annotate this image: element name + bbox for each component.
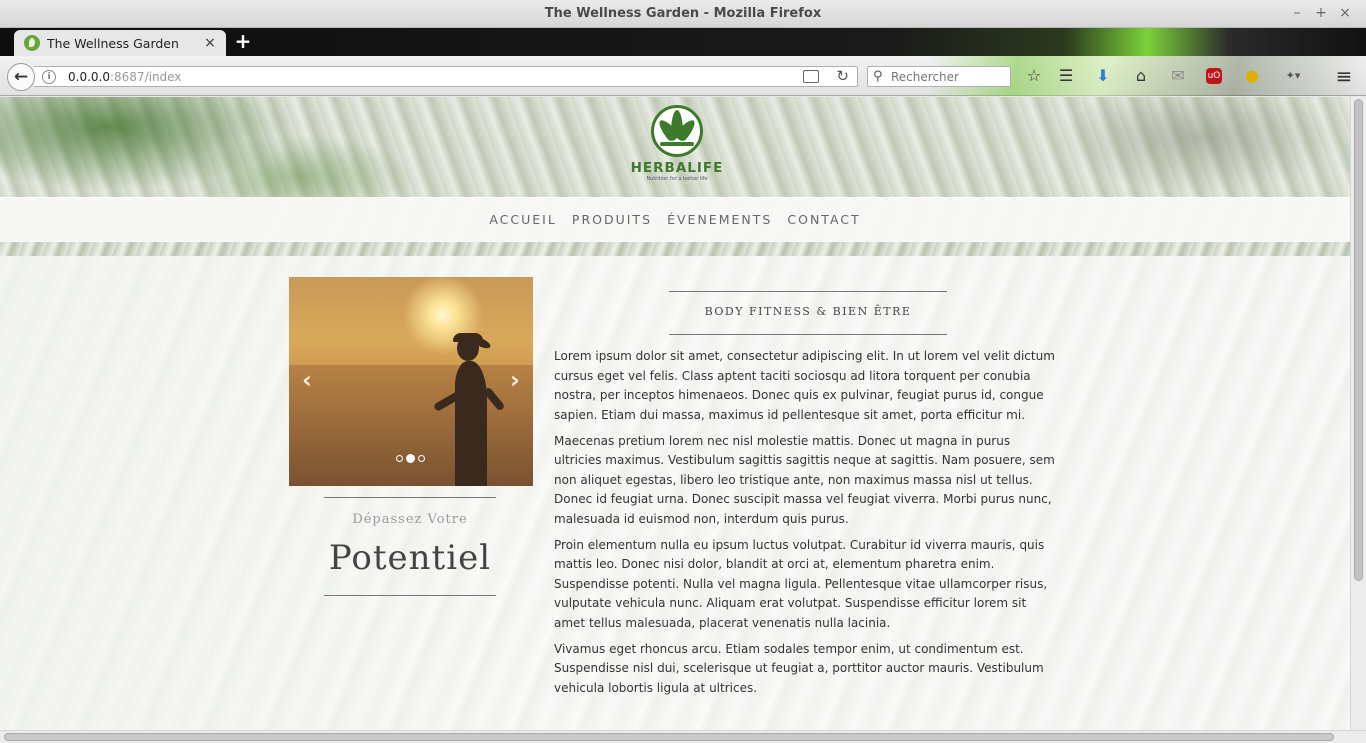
herbalife-logo[interactable]: HERBALIFE Nutrition for a better life	[625, 105, 729, 191]
tagline-small: Dépassez Votre	[352, 512, 468, 527]
carousel-dot-3[interactable]	[418, 455, 425, 462]
brand-tagline: Nutrition for a better life	[646, 176, 708, 182]
leaf-logo-icon	[651, 105, 703, 157]
pocket-icon[interactable]: ✉	[1167, 65, 1189, 87]
minimize-button[interactable]: –	[1286, 0, 1308, 26]
site-header: HERBALIFE Nutrition for a better life	[0, 97, 1350, 197]
web-page: HERBALIFE Nutrition for a better life AC…	[0, 97, 1350, 730]
paragraph: Lorem ipsum dolor sit amet, consectetur …	[554, 349, 1055, 422]
home-icon[interactable]: ⌂	[1130, 65, 1152, 87]
divider-bottom-left	[324, 595, 496, 596]
article-text: Lorem ipsum dolor sit amet, consectetur …	[554, 347, 1059, 705]
url-port-path: :8687/index	[109, 70, 182, 84]
reading-list-icon[interactable]: ☰	[1055, 65, 1077, 87]
tab-label: The Wellness Garden	[47, 35, 179, 51]
menu-accueil[interactable]: ACCUEIL	[489, 198, 557, 242]
ublock-icon[interactable]: uO	[1206, 68, 1222, 84]
dropdown-icon[interactable]: ✦▾	[1282, 65, 1304, 87]
menu-produits[interactable]: PRODUITS	[572, 198, 652, 242]
vertical-scroll-thumb[interactable]	[1354, 99, 1363, 581]
vertical-scrollbar[interactable]	[1350, 97, 1366, 730]
new-tab-button[interactable]: +	[232, 30, 254, 52]
tab-strip: The Wellness Garden ×	[0, 28, 1366, 56]
brand-name: HERBALIFE	[630, 160, 724, 176]
image-carousel[interactable]: ‹ ›	[289, 277, 533, 486]
main-menu: ACCUEIL PRODUITS ÉVENEMENTS CONTACT	[0, 197, 1350, 242]
runner-silhouette-image	[429, 331, 519, 486]
window-titlebar: The Wellness Garden - Mozilla Firefox – …	[0, 0, 1366, 28]
url-text[interactable]: 0.0.0.0:8687/index	[68, 69, 181, 85]
window-title: The Wellness Garden - Mozilla Firefox	[544, 6, 822, 21]
close-tab-icon[interactable]: ×	[202, 35, 218, 51]
reload-icon[interactable]: ↻	[836, 67, 849, 86]
horizontal-scroll-thumb[interactable]	[4, 733, 1334, 741]
divider-top-right	[669, 291, 947, 292]
bookmark-star-icon[interactable]: ☆	[1023, 65, 1045, 87]
search-placeholder: Rechercher	[891, 70, 959, 84]
carousel-next-icon[interactable]: ›	[505, 365, 525, 395]
menu-contact[interactable]: CONTACT	[787, 198, 860, 242]
carousel-dot-2[interactable]	[406, 454, 415, 463]
hamburger-menu-icon[interactable]: ≡	[1333, 65, 1355, 87]
paragraph: Proin elementum nulla eu ipsum luctus vo…	[554, 537, 1048, 630]
divider-bottom-right	[669, 334, 947, 335]
menu-evenements[interactable]: ÉVENEMENTS	[667, 198, 772, 242]
reader-view-icon[interactable]	[803, 70, 819, 83]
header-divider-strip	[0, 242, 1350, 256]
maximize-button[interactable]: +	[1310, 0, 1332, 26]
tab-the-wellness-garden[interactable]: The Wellness Garden ×	[14, 30, 226, 56]
paragraph: Vivamus eget rhoncus arcu. Etiam sodales…	[554, 641, 1044, 695]
search-bar[interactable]: ⚲ Rechercher	[867, 66, 1011, 87]
carousel-prev-icon[interactable]: ‹	[297, 365, 317, 395]
tagline-big: Potentiel	[328, 538, 492, 578]
paragraph: Maecenas pretium lorem nec nisl molestie…	[554, 433, 1055, 526]
herbalife-favicon-icon	[24, 35, 40, 51]
download-icon[interactable]: ⬇	[1092, 65, 1114, 87]
carousel-dot-1[interactable]	[396, 455, 403, 462]
divider-top-left	[324, 497, 496, 498]
close-window-button[interactable]: ×	[1334, 0, 1356, 26]
horizontal-scrollbar[interactable]	[0, 730, 1366, 743]
url-host: 0.0.0.0	[68, 70, 110, 84]
carousel-indicators	[396, 454, 425, 463]
extension-icon[interactable]: ●	[1241, 65, 1263, 87]
navigation-toolbar: i 0.0.0.0:8687/index ↻ ← ⚲ Rechercher ☆ …	[0, 56, 1366, 96]
search-icon: ⚲	[873, 69, 883, 84]
back-icon: ←	[13, 67, 29, 87]
info-icon[interactable]: i	[42, 70, 56, 84]
section-heading: BODY FITNESS & BIEN ÊTRE	[704, 305, 912, 318]
url-bar[interactable]: i 0.0.0.0:8687/index ↻	[34, 66, 858, 87]
back-button[interactable]: ←	[7, 63, 35, 91]
